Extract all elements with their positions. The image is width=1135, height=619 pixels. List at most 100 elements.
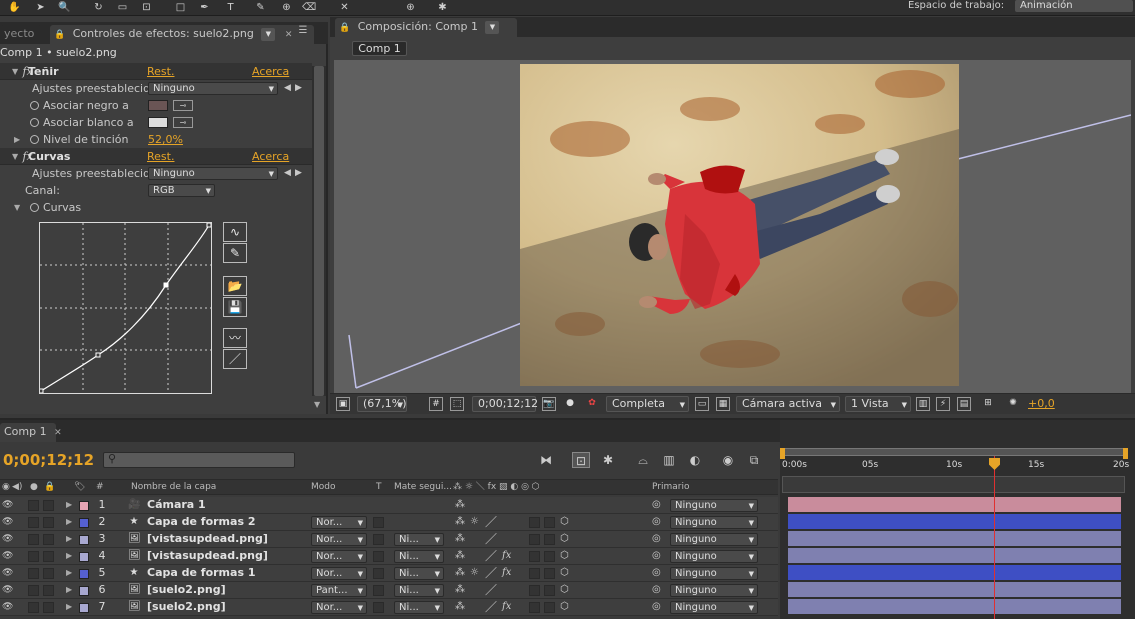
quality-switch-icon[interactable]: ／: [485, 599, 497, 615]
breadcrumb[interactable]: Comp 1: [352, 41, 407, 56]
layer-name[interactable]: [vistasupdead.png]: [147, 548, 268, 564]
stopwatch-icon[interactable]: [30, 118, 39, 127]
work-area-end[interactable]: [1123, 448, 1128, 459]
preserve-transparency-toggle[interactable]: [373, 517, 384, 528]
collapse-switch-icon[interactable]: ☼: [470, 565, 479, 581]
motion-blur-toggle[interactable]: [544, 568, 555, 579]
layer-name[interactable]: [vistasupdead.png]: [147, 531, 268, 547]
track-matte-select[interactable]: Ni... ▼: [394, 601, 444, 614]
blend-mode-select[interactable]: Nor... ▼: [311, 516, 367, 529]
layer-row[interactable]: 👁 ▶ 3 🖼 [vistasupdead.png] Nor... ▼ Ni... ▼ ⁂ ／ ⬡ ◎ N…: [0, 531, 778, 548]
label-color-swatch[interactable]: [79, 535, 89, 545]
zoom-select[interactable]: (67,1%) ▼: [357, 396, 407, 412]
layer-duration-bar[interactable]: [788, 497, 1121, 512]
pick-whip-icon[interactable]: ◎: [652, 582, 661, 598]
pick-whip-icon[interactable]: ◎: [652, 497, 661, 513]
fx-switch-icon[interactable]: fx: [502, 548, 511, 564]
lock-toggle[interactable]: [43, 585, 54, 596]
blend-mode-select[interactable]: Nor... ▼: [311, 601, 367, 614]
parent-select[interactable]: Ninguno ▼: [670, 499, 758, 512]
panel-menu-icon[interactable]: ☰: [296, 22, 310, 41]
ruler-track[interactable]: [782, 476, 1125, 493]
video-switch-icon[interactable]: ◉: [2, 480, 10, 494]
save-curve-icon[interactable]: 💾: [223, 297, 247, 317]
parent-select[interactable]: Ninguno ▼: [670, 550, 758, 563]
preserve-transparency-toggle[interactable]: [373, 551, 384, 562]
lock-icon[interactable]: 🔒: [54, 30, 65, 40]
pick-whip-icon[interactable]: ◎: [652, 531, 661, 547]
resolution-select[interactable]: Completa ▼: [606, 396, 689, 412]
quality-switch-icon[interactable]: ／: [485, 514, 497, 530]
pick-whip-icon[interactable]: ◎: [652, 548, 661, 564]
layer-duration-bar[interactable]: [788, 599, 1121, 614]
pick-whip-icon[interactable]: ◎: [652, 514, 661, 530]
frame-blend-toggle[interactable]: [529, 534, 540, 545]
preset-next-icon[interactable]: ▶: [295, 80, 302, 97]
solo-toggle[interactable]: [28, 551, 39, 562]
flowchart-icon[interactable]: ⊞: [981, 397, 995, 411]
label-color-swatch[interactable]: [79, 586, 89, 596]
track-matte-select[interactable]: Ni... ▼: [394, 584, 444, 597]
layer-row[interactable]: 👁 ▶ 1 🎥 Cámara 1 ⁂ ◎ Ninguno ▼: [0, 497, 778, 514]
3d-layer-icon[interactable]: ⬡: [560, 599, 569, 615]
3d-layer-icon[interactable]: ⬡: [560, 582, 569, 598]
parent-select[interactable]: Ninguno ▼: [670, 567, 758, 580]
time-ruler[interactable]: 0:00s 05s 10s 15s 20s: [780, 448, 1135, 493]
current-time-display[interactable]: 0;00;12;12: [472, 396, 538, 412]
preset-select[interactable]: Ninguno ▼: [148, 167, 278, 180]
close-icon[interactable]: ✕: [285, 26, 293, 44]
preserve-transparency-toggle[interactable]: [373, 585, 384, 596]
channel-rgb-icon[interactable]: ✿: [585, 397, 599, 411]
eye-icon[interactable]: 👁: [2, 548, 13, 564]
graph-editor-icon[interactable]: ⧉: [745, 452, 763, 468]
label-column-icon[interactable]: 🏷: [74, 480, 85, 494]
layer-row[interactable]: 👁 ▶ 4 🖼 [vistasupdead.png] Nor... ▼ Ni... ▼ ⁂ ／ fx ⬡…: [0, 548, 778, 565]
twirl-right-icon[interactable]: ▶: [14, 131, 22, 148]
shape-tool-icon[interactable]: □: [174, 1, 187, 14]
label-color-swatch[interactable]: [79, 501, 89, 511]
workspace-select[interactable]: Animación: [1015, 0, 1133, 12]
column-track-matte[interactable]: Mate segui...: [394, 480, 452, 494]
parent-select[interactable]: Ninguno ▼: [670, 584, 758, 597]
eye-icon[interactable]: 👁: [2, 599, 13, 615]
label-color-swatch[interactable]: [79, 569, 89, 579]
parent-select[interactable]: Ninguno ▼: [670, 601, 758, 614]
selection-tool-icon[interactable]: ➤: [34, 1, 47, 14]
lock-toggle[interactable]: [43, 534, 54, 545]
blend-mode-select[interactable]: Pant... ▼: [311, 584, 367, 597]
local-axis-icon[interactable]: ⊕: [404, 1, 417, 14]
layer-name[interactable]: Capa de formas 1: [147, 565, 255, 581]
solo-toggle[interactable]: [28, 585, 39, 596]
3d-layer-icon[interactable]: ⬡: [560, 514, 569, 530]
draft-3d-icon[interactable]: ✱: [599, 452, 617, 468]
mask-visibility-icon[interactable]: ⬚: [450, 397, 464, 411]
tab-dropdown-button[interactable]: ▼: [261, 27, 276, 41]
collapse-switch-icon[interactable]: ☼: [470, 514, 479, 530]
3d-layer-icon[interactable]: ⬡: [560, 565, 569, 581]
type-tool-icon[interactable]: T: [224, 1, 237, 14]
twirl-right-icon[interactable]: ▶: [66, 497, 72, 513]
motion-blur-icon[interactable]: ◐: [686, 452, 704, 468]
black-color-swatch[interactable]: [148, 100, 168, 111]
twirl-right-icon[interactable]: ▶: [66, 565, 72, 581]
lock-toggle[interactable]: [43, 517, 54, 528]
lock-toggle[interactable]: [43, 602, 54, 613]
layer-duration-bar[interactable]: [788, 531, 1121, 546]
preserve-transparency-toggle[interactable]: [373, 602, 384, 613]
effects-scrollbar[interactable]: ▼: [312, 66, 326, 409]
label-color-swatch[interactable]: [79, 603, 89, 613]
track-matte-select[interactable]: Ni... ▼: [394, 550, 444, 563]
track-matte-select[interactable]: Ni... ▼: [394, 533, 444, 546]
layer-row[interactable]: 👁 ▶ 5 ★ Capa de formas 1 Nor... ▼ Ni... ▼ ⁂ ☼ ／ fx ⬡ ◎…: [0, 565, 778, 582]
layer-row[interactable]: 👁 ▶ 2 ★ Capa de formas 2 Nor... ▼ ⁂ ☼ ／ ⬡ ◎ Ninguno ▼: [0, 514, 778, 531]
reset-button[interactable]: Rest.: [147, 148, 174, 165]
layer-search-input[interactable]: ⚲: [103, 452, 295, 468]
preset-prev-icon[interactable]: ◀: [284, 165, 291, 182]
amount-value[interactable]: 52,0%: [148, 131, 183, 148]
zoom-tool-icon[interactable]: 🔍: [58, 1, 71, 14]
pen-tool-icon[interactable]: ✒: [198, 1, 211, 14]
shy-switch-icon[interactable]: ⁂: [455, 599, 465, 615]
pick-whip-icon[interactable]: ◎: [652, 599, 661, 615]
quality-switch-icon[interactable]: ／: [485, 531, 497, 547]
eye-icon[interactable]: 👁: [2, 514, 13, 530]
